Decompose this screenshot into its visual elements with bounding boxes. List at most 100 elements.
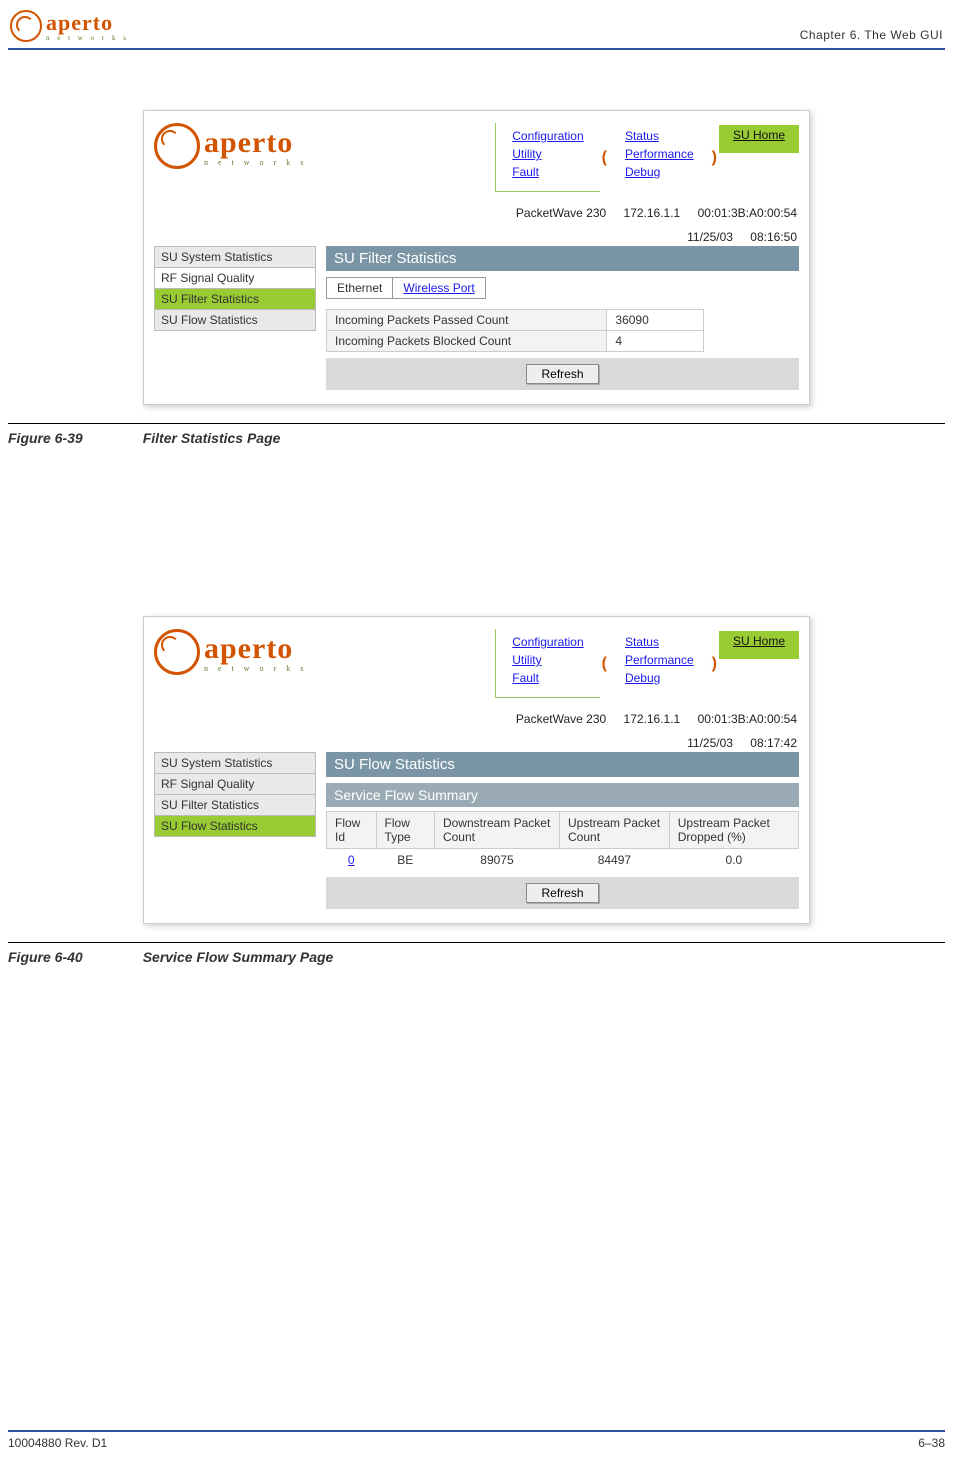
- menu-link-configuration[interactable]: Configuration: [512, 635, 583, 649]
- flow-summary-table: Flow Id Flow Type Downstream Packet Coun…: [326, 811, 799, 871]
- menu-link-performance[interactable]: Performance: [625, 147, 694, 161]
- app-logo: aperto n e t w o r k s: [154, 629, 307, 675]
- down-count-value: 89075: [434, 849, 559, 872]
- sidebar-item-rf-quality[interactable]: RF Signal Quality: [155, 774, 315, 795]
- app-logo-word: aperto: [204, 632, 307, 666]
- col-flow-type: Flow Type: [376, 812, 434, 849]
- content-title: SU Flow Statistics: [326, 752, 799, 777]
- col-up-count: Upstream Packet Count: [560, 812, 670, 849]
- flow-type-value: BE: [376, 849, 434, 872]
- swirl-icon: [154, 123, 200, 169]
- menu-link-status[interactable]: Status: [625, 129, 659, 143]
- app-logo: aperto n e t w o r k s: [154, 123, 307, 169]
- device-info-line: PacketWave 230 172.16.1.1 00:01:3B:A0:00…: [144, 704, 809, 728]
- menu-link-configuration[interactable]: Configuration: [512, 129, 583, 143]
- menu-link-fault[interactable]: Fault: [512, 165, 539, 179]
- tab-ethernet[interactable]: Ethernet: [327, 278, 393, 298]
- flow-summary-screenshot: aperto n e t w o r k s Configuration Uti…: [143, 616, 810, 924]
- su-home-button[interactable]: SU Home: [719, 631, 799, 659]
- logo-subword: n e t w o r k s: [46, 34, 129, 42]
- refresh-button[interactable]: Refresh: [526, 883, 598, 903]
- filter-stats-table: Incoming Packets Passed Count 36090 Inco…: [326, 309, 704, 352]
- table-row: Incoming Packets Blocked Count 4: [327, 331, 704, 352]
- menu-link-utility[interactable]: Utility: [512, 653, 541, 667]
- datetime-line: 11/25/03 08:16:50: [144, 222, 809, 246]
- up-count-value: 84497: [560, 849, 670, 872]
- device-ip: 172.16.1.1: [624, 712, 681, 726]
- time-value: 08:17:42: [750, 736, 797, 750]
- figure-title: Service Flow Summary Page: [143, 949, 334, 965]
- sidebar-nav: SU System Statistics RF Signal Quality S…: [154, 246, 316, 331]
- sidebar-item-flow-stats[interactable]: SU Flow Statistics: [155, 310, 315, 330]
- sidebar-item-rf-quality[interactable]: RF Signal Quality: [155, 268, 315, 289]
- menu-group-2: Status Performance Debug: [609, 123, 710, 185]
- date-value: 11/25/03: [687, 230, 733, 244]
- paren-left-icon: (: [600, 152, 609, 164]
- sidebar-item-system-stats[interactable]: SU System Statistics: [155, 753, 315, 774]
- button-row: Refresh: [326, 358, 799, 390]
- figure-number: Figure 6-39: [8, 430, 83, 446]
- paren-left-icon: (: [600, 658, 609, 670]
- footer-revision: 10004880 Rev. D1: [8, 1436, 107, 1450]
- tab-wireless-port[interactable]: Wireless Port: [393, 278, 484, 298]
- figure-number: Figure 6-40: [8, 949, 83, 965]
- app-logo-sub: n e t w o r k s: [204, 158, 307, 167]
- sidebar-nav: SU System Statistics RF Signal Quality S…: [154, 752, 316, 837]
- menu-group-2: Status Performance Debug: [609, 629, 710, 691]
- drop-pct-value: 0.0: [669, 849, 798, 872]
- brand-logo: aperto n e t w o r k s: [10, 10, 129, 42]
- app-logo-word: aperto: [204, 126, 307, 160]
- filter-stats-screenshot: aperto n e t w o r k s Configuration Uti…: [143, 110, 810, 405]
- swirl-icon: [10, 10, 42, 42]
- sidebar-item-system-stats[interactable]: SU System Statistics: [155, 247, 315, 268]
- menu-group-1: Configuration Utility Fault: [495, 629, 599, 698]
- chapter-title: Chapter 6. The Web GUI: [800, 28, 943, 42]
- device-model: PacketWave 230: [516, 712, 606, 726]
- row-value: 4: [607, 331, 704, 352]
- device-mac: 00:01:3B:A0:00:54: [698, 206, 797, 220]
- menu-link-debug[interactable]: Debug: [625, 165, 660, 179]
- footer-rule: [8, 1430, 945, 1432]
- figure-rule: [8, 423, 945, 424]
- flow-id-link[interactable]: 0: [327, 849, 377, 872]
- menu-link-debug[interactable]: Debug: [625, 671, 660, 685]
- menu-link-utility[interactable]: Utility: [512, 147, 541, 161]
- row-value: 36090: [607, 310, 704, 331]
- row-label: Incoming Packets Passed Count: [327, 310, 607, 331]
- device-info-line: PacketWave 230 172.16.1.1 00:01:3B:A0:00…: [144, 198, 809, 222]
- button-row: Refresh: [326, 877, 799, 909]
- paren-right-icon: ): [710, 152, 719, 164]
- content-subtitle: Service Flow Summary: [326, 783, 799, 807]
- menu-group-1: Configuration Utility Fault: [495, 123, 599, 192]
- figure-rule: [8, 942, 945, 943]
- row-label: Incoming Packets Blocked Count: [327, 331, 607, 352]
- figure-title: Filter Statistics Page: [143, 430, 281, 446]
- swirl-icon: [154, 629, 200, 675]
- col-drop-pct: Upstream Packet Dropped (%): [669, 812, 798, 849]
- col-down-count: Downstream Packet Count: [434, 812, 559, 849]
- content-title: SU Filter Statistics: [326, 246, 799, 271]
- logo-word: aperto: [46, 10, 129, 36]
- paren-right-icon: ): [710, 658, 719, 670]
- datetime-line: 11/25/03 08:17:42: [144, 728, 809, 752]
- port-tabs: Ethernet Wireless Port: [326, 277, 486, 299]
- app-logo-sub: n e t w o r k s: [204, 664, 307, 673]
- date-value: 11/25/03: [687, 736, 733, 750]
- sidebar-item-flow-stats[interactable]: SU Flow Statistics: [155, 816, 315, 836]
- footer-page-number: 6–38: [918, 1436, 945, 1450]
- device-model: PacketWave 230: [516, 206, 606, 220]
- su-home-button[interactable]: SU Home: [719, 125, 799, 153]
- table-row: 0 BE 89075 84497 0.0: [327, 849, 799, 872]
- header-rule: [8, 48, 945, 50]
- menu-link-fault[interactable]: Fault: [512, 671, 539, 685]
- menu-link-performance[interactable]: Performance: [625, 653, 694, 667]
- sidebar-item-filter-stats[interactable]: SU Filter Statistics: [155, 795, 315, 816]
- time-value: 08:16:50: [750, 230, 797, 244]
- col-flow-id: Flow Id: [327, 812, 377, 849]
- refresh-button[interactable]: Refresh: [526, 364, 598, 384]
- sidebar-item-filter-stats[interactable]: SU Filter Statistics: [155, 289, 315, 310]
- device-ip: 172.16.1.1: [624, 206, 681, 220]
- device-mac: 00:01:3B:A0:00:54: [698, 712, 797, 726]
- menu-link-status[interactable]: Status: [625, 635, 659, 649]
- table-row: Incoming Packets Passed Count 36090: [327, 310, 704, 331]
